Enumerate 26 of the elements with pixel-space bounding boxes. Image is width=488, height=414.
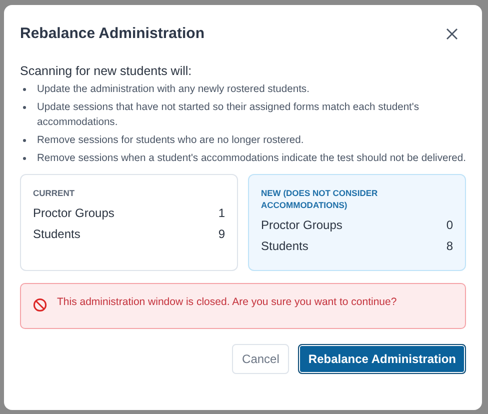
close-button[interactable]	[444, 26, 460, 42]
bullet-text: Update the administration with any newly rostered students.	[37, 83, 310, 97]
bullet-icon	[23, 106, 26, 109]
cancel-button[interactable]: Cancel	[232, 344, 290, 374]
intro-text: Scanning for new students will:	[20, 64, 193, 78]
row-label: Proctor Groups	[261, 218, 342, 232]
bullet-text: Update sessions that have not started so their assigned forms match each student's accommodations.	[37, 101, 420, 130]
bullet-icon	[23, 157, 26, 160]
row-value: 1	[218, 206, 225, 220]
alert-message: This administration window is closed. Are you sure you want to continue?	[57, 296, 397, 308]
card-heading: NEW (DOES NOT CONSIDER ACCOMMODATIONS)	[261, 187, 379, 211]
bullet-text: Remove sessions when a student's accommodations indicate the test should not be delivered.	[37, 152, 466, 166]
row-value: 9	[218, 227, 225, 241]
row-value: 0	[446, 218, 453, 232]
bullet-icon	[23, 88, 26, 91]
close-icon	[446, 28, 458, 40]
row-label: Proctor Groups	[33, 206, 114, 220]
row-value: 8	[446, 239, 453, 253]
prohibited-icon	[33, 298, 47, 312]
row-label: Students	[261, 239, 308, 253]
bullet-text: Remove sessions for students who are no longer rostered.	[37, 134, 304, 148]
confirm-button[interactable]: Rebalance Administration	[298, 344, 466, 374]
card-heading: CURRENT	[33, 187, 76, 199]
row-label: Students	[33, 227, 80, 241]
bullet-icon	[23, 139, 26, 142]
dialog-title: Rebalance Administration	[20, 25, 204, 42]
